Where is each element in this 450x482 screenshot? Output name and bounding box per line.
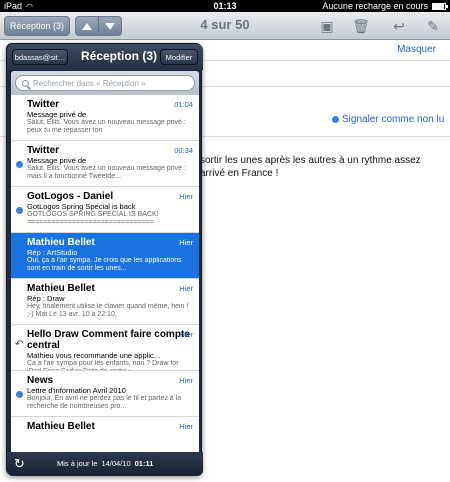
unread-dot-icon	[332, 116, 339, 123]
message-date: Hier	[179, 330, 193, 339]
reply-icon[interactable]: ↩	[390, 17, 408, 35]
message-sender: Mathieu Bellet	[27, 237, 95, 248]
message-preview: Hey, finalement utilise le clavier quand…	[27, 303, 189, 318]
message-date: Hier	[179, 284, 193, 293]
message-date: Hier	[179, 192, 193, 201]
account-button[interactable]: bdassas@sit…	[12, 49, 68, 65]
message-preview: GOTLOGOS SPRING SPECIAL IS BACK! =======…	[27, 211, 159, 226]
edit-button[interactable]: Modifier	[160, 49, 198, 65]
device-label: iPad	[4, 1, 23, 11]
updated-date: 14/04/10	[101, 459, 131, 468]
message-preview	[27, 432, 193, 448]
top-toolbar: Réception (3) 4 sur 50 ▣ 🗑 ↩ ✎	[0, 12, 450, 40]
message-date: 01:04	[174, 100, 193, 109]
clock: 01:13	[213, 1, 237, 11]
popover-title: Réception (3)	[80, 49, 157, 63]
message-body: sortir les unes après les autres à un ry…	[200, 154, 440, 180]
arrow-down-icon	[105, 22, 115, 30]
message-date: Hier	[179, 422, 193, 431]
popover-footer: ↻ Mis à jour le 14/04/10 01:11	[7, 452, 203, 476]
status-bar: iPad ◠ 01:13 Aucune recharge en cours	[0, 0, 450, 12]
message-row[interactable]: Mathieu Bellet Hier	[11, 417, 199, 452]
message-row[interactable]: Mathieu Bellet Hier Rép : Draw Hey, finalem…	[11, 279, 199, 325]
message-subject: Rép : ArtStudio	[27, 248, 78, 257]
message-counter: 4 sur 50	[200, 17, 250, 32]
message-row[interactable]: Mathieu Bellet Hier Rép : ArtStudio Oui, ça…	[11, 233, 199, 279]
wifi-icon: ◠	[26, 1, 33, 11]
message-subject: GotLogos Spring Special is back	[27, 202, 136, 211]
message-subject: Lettre d'information Avril 2010	[27, 386, 126, 395]
search-icon	[22, 79, 29, 87]
battery-text: Aucune recharge en cours	[322, 1, 428, 11]
message-sender: Twitter	[27, 145, 60, 156]
body-line: arrivé en France !	[200, 168, 279, 179]
message-preview: Salut, Ellis. Vous avez un nouveau messa…	[27, 119, 186, 134]
message-date: 00:34	[174, 146, 193, 155]
updated-status: Mis à jour le 14/04/10 01:11	[57, 459, 153, 468]
message-date: Hier	[179, 376, 193, 385]
previous-message-button[interactable]	[75, 16, 99, 36]
message-list: Twitter 01:04 Message privé de Salut, Ellis…	[11, 95, 199, 452]
message-sender: Twitter	[27, 99, 60, 110]
compose-icon[interactable]: ✎	[424, 17, 442, 35]
next-message-button[interactable]	[98, 16, 122, 36]
updated-time: 01:11	[134, 459, 154, 468]
updated-label: Mis à jour le	[57, 459, 98, 468]
replied-icon: ↶	[15, 339, 24, 350]
popover-header: bdassas@sit… Réception (3) Modifier	[7, 44, 203, 70]
message-preview: Bonjour, En avril ne perdez pas le fil e…	[27, 395, 182, 410]
battery-icon	[432, 2, 448, 10]
unread-dot-icon	[16, 207, 23, 214]
inbox-button[interactable]: Réception (3)	[4, 16, 70, 36]
message-sender: GotLogos - Daniel	[27, 191, 114, 202]
unread-dot-icon	[16, 161, 23, 168]
body-line: sortir les unes après les autres à un ry…	[200, 155, 421, 166]
message-date: Hier	[179, 238, 193, 247]
message-subject: Mathieu vous recommande une applic...	[27, 351, 160, 360]
inbox-popover: bdassas@sit… Réception (3) Modifier Rech…	[6, 43, 203, 476]
message-row[interactable]: GotLogos - Daniel Hier GotLogos Spring Spe…	[11, 187, 199, 233]
arrow-up-icon	[82, 22, 92, 30]
report-unread-link[interactable]: Signaler comme non lu	[332, 114, 444, 125]
message-subject: Message privé de	[27, 156, 87, 165]
message-sender: News	[27, 375, 54, 386]
message-preview: Salut, Ellis. Vous avez un nouveau messa…	[27, 165, 186, 180]
hide-link[interactable]: Masquer	[397, 44, 436, 55]
message-row[interactable]: News Hier Lettre d'information Avril 2010 B…	[11, 371, 199, 417]
message-sender: Mathieu Bellet	[27, 283, 95, 294]
search-placeholder: Rechercher dans « Réception »	[33, 78, 146, 88]
message-subject: Message privé de	[27, 110, 87, 119]
message-sender: Hello Draw Comment faire compte central	[27, 329, 190, 351]
message-row[interactable]: Twitter 01:04 Message privé de Salut, Ellis…	[11, 95, 199, 141]
move-to-folder-icon[interactable]: ▣	[318, 17, 336, 35]
search-input[interactable]: Rechercher dans « Réception »	[15, 75, 195, 91]
message-preview: Oui, ça a l'air sympa. Je crois que les …	[27, 257, 182, 272]
refresh-icon[interactable]: ↻	[14, 456, 25, 472]
trash-icon[interactable]: 🗑	[352, 17, 370, 35]
search-bar: Rechercher dans « Réception »	[11, 71, 199, 95]
report-unread-label: Signaler comme non lu	[342, 114, 445, 125]
message-row[interactable]: Twitter 00:34 Message privé de Salut, Ellis…	[11, 141, 199, 187]
unread-dot-icon	[16, 391, 23, 398]
message-subject: Rép : Draw	[27, 294, 65, 303]
message-sender: Mathieu Bellet	[27, 421, 95, 432]
message-preview: Ca a l'air sympa pour les enfants, non ?…	[27, 360, 179, 370]
message-row[interactable]: ↶ Hello Draw Comment faire compte central…	[11, 325, 199, 371]
